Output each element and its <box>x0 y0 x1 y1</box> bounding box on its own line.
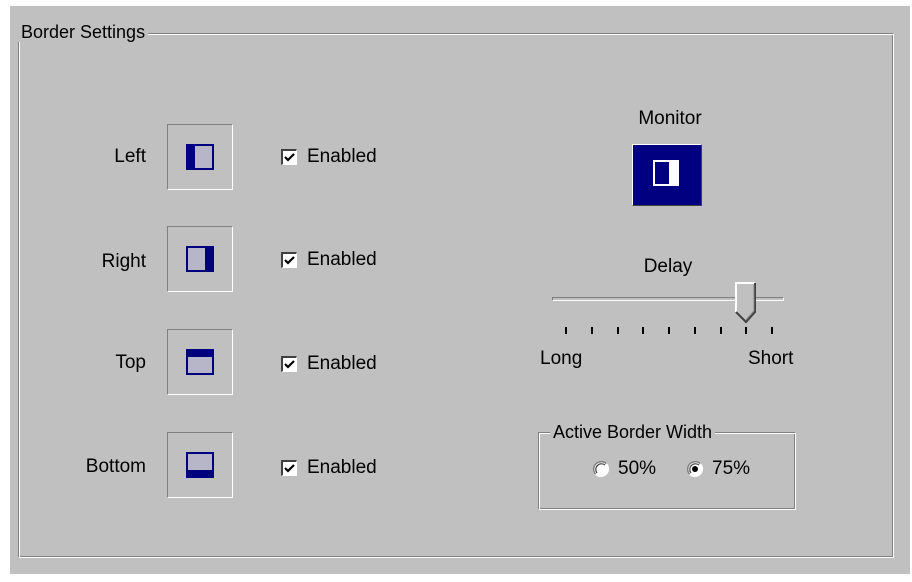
checkbox-box[interactable] <box>281 252 297 268</box>
left-border-label: Left <box>114 146 146 167</box>
delay-label: Delay <box>643 256 693 277</box>
border-settings-title: Border Settings <box>18 22 149 42</box>
slider-tick <box>590 327 593 334</box>
slider-thumb-icon[interactable] <box>735 282 757 324</box>
right-border-icon <box>186 246 214 272</box>
checkbox-box[interactable] <box>281 460 297 476</box>
slider-tick <box>771 327 773 334</box>
monitor-label: Monitor <box>638 108 702 129</box>
delay-max-label: Short <box>748 348 794 369</box>
checkbox-box[interactable] <box>281 356 297 372</box>
checkmark-icon <box>284 464 295 473</box>
top-border-preview <box>167 329 233 395</box>
slider-tick <box>693 327 696 334</box>
checkmark-icon <box>284 360 295 369</box>
checkbox-label: Enabled <box>307 146 377 167</box>
bottom-border-icon <box>186 452 214 478</box>
active-border-width-title: Active Border Width <box>550 422 716 442</box>
bottom-border-preview <box>167 432 233 498</box>
monitor-preview <box>632 144 702 206</box>
slider-tick <box>565 327 567 334</box>
slider-tick <box>642 327 645 334</box>
slider-tick <box>668 327 670 334</box>
radio-button[interactable] <box>592 460 610 478</box>
active-border-width-group <box>538 432 796 510</box>
checkbox-label: Enabled <box>307 457 377 478</box>
top-enabled-checkbox[interactable]: Enabled <box>281 353 377 375</box>
left-border-preview <box>167 124 233 190</box>
right-border-label: Right <box>101 251 146 272</box>
checkbox-box[interactable] <box>281 149 297 165</box>
left-enabled-checkbox[interactable]: Enabled <box>281 146 377 168</box>
checkbox-label: Enabled <box>307 353 377 374</box>
delay-min-label: Long <box>540 348 583 369</box>
slider-tick <box>616 327 619 334</box>
radio-button[interactable] <box>686 460 704 478</box>
radio-label: 50% <box>618 458 657 479</box>
radio-50-percent[interactable]: 50% <box>592 458 656 480</box>
checkbox-label: Enabled <box>307 249 377 270</box>
left-border-icon <box>186 144 214 170</box>
slider-tick <box>745 327 748 334</box>
radio-dot-icon <box>692 466 698 472</box>
top-border-label: Top <box>115 352 146 373</box>
radio-75-percent[interactable]: 75% <box>686 458 750 480</box>
checkmark-icon <box>284 153 295 162</box>
top-border-icon <box>186 349 214 375</box>
right-border-preview <box>167 226 233 292</box>
checkmark-icon <box>284 256 295 265</box>
bottom-enabled-checkbox[interactable]: Enabled <box>281 457 377 479</box>
right-enabled-checkbox[interactable]: Enabled <box>281 249 377 271</box>
radio-label: 75% <box>712 458 751 479</box>
slider-tick <box>719 327 722 334</box>
monitor-icon <box>653 160 679 186</box>
bottom-border-label: Bottom <box>85 456 146 477</box>
